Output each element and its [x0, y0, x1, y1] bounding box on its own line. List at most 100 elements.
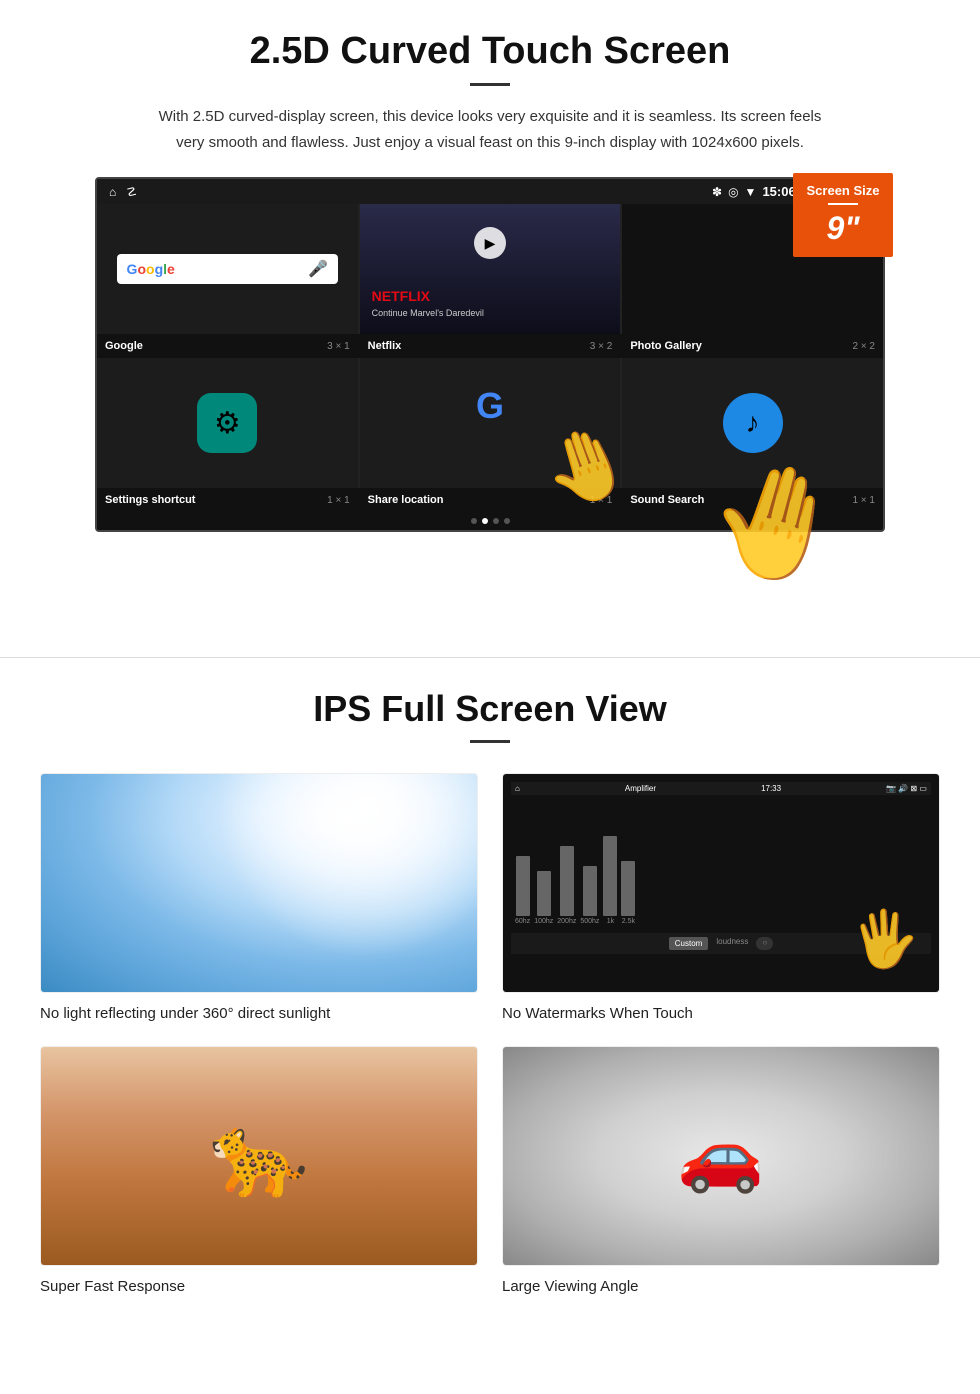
- netflix-cell-inner: ▶ NETFLIX Continue Marvel's Daredevil: [360, 204, 621, 334]
- feature-caption-sunlight: No light reflecting under 360° direct su…: [40, 1005, 478, 1022]
- eq-bar-2: [537, 871, 551, 916]
- netflix-subtitle: Continue Marvel's Daredevil: [372, 308, 484, 318]
- maps-app-cell[interactable]: G 🤚: [360, 358, 621, 488]
- eq-label-2: 100hz: [534, 918, 553, 925]
- maps-label-name: Share location: [368, 494, 444, 506]
- eq-bar-1: [516, 856, 530, 916]
- section1-description: With 2.5D curved-display screen, this de…: [150, 104, 830, 155]
- feature-caption-equalizer: No Watermarks When Touch: [502, 1005, 940, 1022]
- netflix-label-name: Netflix: [368, 340, 402, 352]
- eq-label-1: 60hz: [515, 918, 530, 925]
- gallery-label-size: 2 × 2: [852, 341, 875, 352]
- feature-image-sunlight: [40, 773, 478, 993]
- eq-label-5: 1k: [607, 918, 614, 925]
- netflix-logo: NETFLIX: [372, 288, 430, 304]
- eq-hand-icon: 🖐: [848, 904, 922, 975]
- settings-gear-icon: ⚙: [214, 406, 241, 441]
- section2-divider: [470, 740, 510, 743]
- eq-header: ⌂ Amplifier 17:33 📷 🔊 ⊠ ▭: [511, 782, 931, 795]
- netflix-label-size: 3 × 2: [590, 341, 613, 352]
- gallery-label-name: Photo Gallery: [630, 340, 702, 352]
- google-cell-inner: Google 🎤: [97, 204, 358, 334]
- feature-sunlight: No light reflecting under 360° direct su…: [40, 773, 478, 1022]
- maps-cell-inner: G 🤚: [360, 358, 621, 488]
- eq-bar-group-2: 100hz: [534, 871, 553, 925]
- eq-label-4: 500hz: [580, 918, 599, 925]
- feature-car: 🚗 Large Viewing Angle: [502, 1046, 940, 1295]
- eq-time: 17:33: [761, 784, 781, 793]
- feature-grid: No light reflecting under 360° direct su…: [40, 773, 940, 1295]
- location-icon: ◎: [728, 185, 738, 199]
- sound-label-size: 1 × 1: [852, 495, 875, 506]
- screen-size-badge: Screen Size 9": [793, 173, 893, 257]
- eq-bar-group-6: 2.5k: [621, 861, 635, 925]
- settings-label: Settings shortcut 1 × 1: [97, 488, 358, 512]
- car-emoji: 🚗: [677, 1115, 764, 1197]
- settings-icon-bg: ⚙: [197, 393, 257, 453]
- wifi-icon: ▼: [745, 185, 757, 199]
- feature-image-car: 🚗: [502, 1046, 940, 1266]
- google-label-name: Google: [105, 340, 143, 352]
- eq-loudness-label: loudness: [716, 937, 748, 950]
- status-time: 15:06: [762, 184, 795, 199]
- eq-custom-btn: Custom: [669, 937, 709, 950]
- eq-bar-6: [621, 861, 635, 916]
- section1-title: 2.5D Curved Touch Screen: [60, 30, 920, 73]
- dot-3: [493, 518, 499, 524]
- settings-label-name: Settings shortcut: [105, 494, 195, 506]
- eq-bar-4: [583, 866, 597, 916]
- google-app-cell[interactable]: Google 🎤: [97, 204, 358, 334]
- section-curved-touch: 2.5D Curved Touch Screen With 2.5D curve…: [0, 0, 980, 617]
- settings-cell-inner: ⚙: [97, 358, 358, 488]
- netflix-label: Netflix 3 × 2: [360, 334, 621, 358]
- badge-divider: [828, 203, 858, 205]
- section-ips: IPS Full Screen View No light reflecting…: [0, 678, 980, 1325]
- cheetah-emoji: 🐆: [209, 1109, 309, 1203]
- app-label-row-1: Google 3 × 1 Netflix 3 × 2 Photo Gallery…: [97, 334, 883, 358]
- settings-label-size: 1 × 1: [327, 495, 350, 506]
- gallery-label: Photo Gallery 2 × 2: [622, 334, 883, 358]
- eq-label-6: 2.5k: [622, 918, 635, 925]
- feature-caption-car: Large Viewing Angle: [502, 1278, 940, 1295]
- app-grid-top: Google 🎤 ▶ NETFLIX Continue Marvel: [97, 204, 883, 334]
- equalizer-visual: ⌂ Amplifier 17:33 📷 🔊 ⊠ ▭ 60hz 100hz: [503, 774, 939, 992]
- feature-image-equalizer: ⌂ Amplifier 17:33 📷 🔊 ⊠ ▭ 60hz 100hz: [502, 773, 940, 993]
- music-note-icon: ♪: [746, 407, 760, 439]
- badge-size: 9": [827, 210, 860, 246]
- cheetah-visual: 🐆: [41, 1047, 477, 1265]
- netflix-app-cell[interactable]: ▶ NETFLIX Continue Marvel's Daredevil: [360, 204, 621, 334]
- dot-2: [482, 518, 488, 524]
- bluetooth-icon: ✽: [712, 185, 722, 199]
- google-label: Google 3 × 1: [97, 334, 358, 358]
- eq-toggle: ○: [756, 937, 773, 950]
- google-logo: Google: [127, 261, 175, 277]
- maps-g-letter: G: [476, 385, 504, 427]
- google-label-size: 3 × 1: [327, 341, 350, 352]
- feature-image-cheetah: 🐆: [40, 1046, 478, 1266]
- badge-title: Screen Size: [801, 183, 885, 198]
- eq-bar-5: [603, 836, 617, 916]
- netflix-play-button[interactable]: ▶: [474, 227, 506, 259]
- google-search-bar[interactable]: Google 🎤: [117, 254, 339, 284]
- status-bar-left: ⌂ ☡: [109, 185, 137, 199]
- mic-icon: 🎤: [308, 259, 328, 279]
- settings-app-cell[interactable]: ⚙: [97, 358, 358, 488]
- feature-caption-cheetah: Super Fast Response: [40, 1278, 478, 1295]
- dot-4: [504, 518, 510, 524]
- title-divider: [470, 83, 510, 86]
- car-visual: 🚗: [503, 1047, 939, 1265]
- eq-bar-group-1: 60hz: [515, 856, 530, 925]
- section2-title: IPS Full Screen View: [40, 688, 940, 730]
- dot-1: [471, 518, 477, 524]
- feature-cheetah: 🐆 Super Fast Response: [40, 1046, 478, 1295]
- section-divider: [0, 657, 980, 658]
- sunlight-visual: [41, 774, 477, 992]
- usb-icon: ☡: [126, 185, 137, 199]
- eq-bar-group-5: 1k: [603, 836, 617, 925]
- eq-home-icon: ⌂: [515, 784, 520, 793]
- maps-icon: G: [462, 378, 517, 433]
- home-icon: ⌂: [109, 185, 116, 199]
- eq-title: Amplifier: [625, 784, 656, 793]
- eq-bar-group-4: 500hz: [580, 866, 599, 925]
- feature-equalizer: ⌂ Amplifier 17:33 📷 🔊 ⊠ ▭ 60hz 100hz: [502, 773, 940, 1022]
